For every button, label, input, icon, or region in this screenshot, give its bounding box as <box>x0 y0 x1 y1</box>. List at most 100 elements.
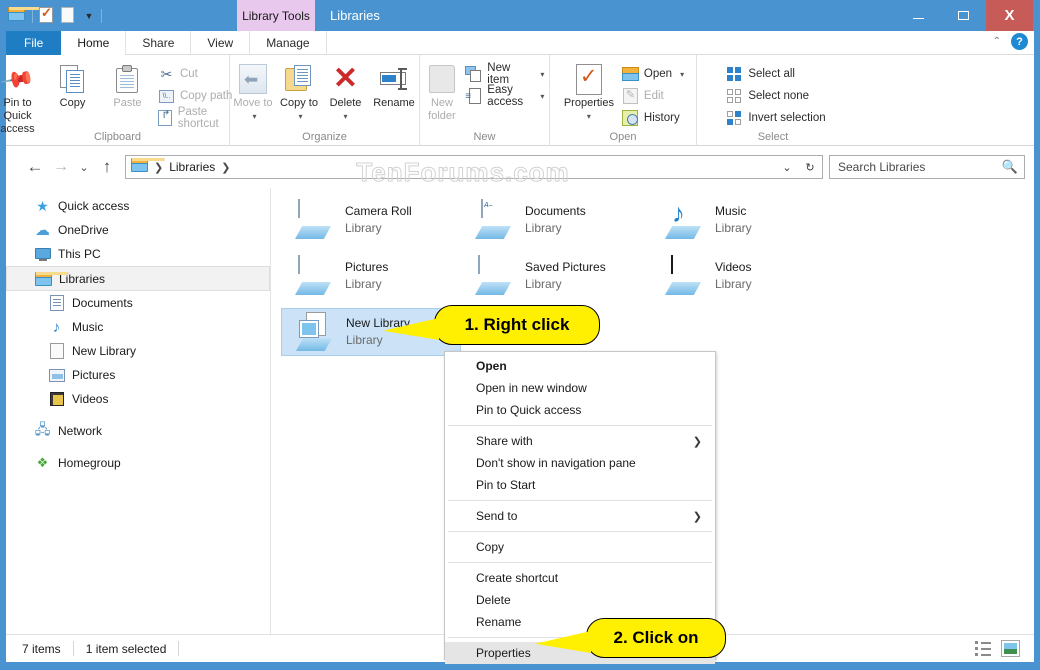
folder-icon[interactable] <box>8 7 26 25</box>
file-item-documents[interactable]: A– Documents Library <box>461 196 651 244</box>
breadcrumb[interactable]: ❯ Libraries ❯ ⌄ ↻ <box>125 155 823 179</box>
menu-item-delete[interactable]: Delete <box>445 589 715 611</box>
chevron-down-icon[interactable]: ▾ <box>680 70 684 79</box>
ribbon-tabstrip-right: ⌃ ? <box>993 33 1028 50</box>
file-item-videos[interactable]: Videos Library <box>651 252 831 300</box>
libraries-folder-icon <box>35 270 52 287</box>
copy-button[interactable]: Copy <box>45 58 100 110</box>
blank-library-icon <box>294 312 334 352</box>
properties-button[interactable]: Properties ▾ <box>559 58 619 123</box>
close-icon: X <box>1004 7 1014 24</box>
menu-item-create-shortcut[interactable]: Create shortcut <box>445 567 715 589</box>
easy-access-button[interactable]: ≡ Easy access ▾ <box>462 85 547 107</box>
close-button[interactable]: X <box>986 0 1033 31</box>
sidebar-item-documents[interactable]: Documents <box>6 291 270 315</box>
details-view-icon[interactable] <box>974 640 993 657</box>
chevron-down-icon[interactable]: ▾ <box>540 70 544 79</box>
chevron-right-icon: ❯ <box>693 510 702 523</box>
sidebar-item-onedrive[interactable]: ☁ OneDrive <box>6 218 270 242</box>
file-item-pictures[interactable]: Pictures Library <box>281 252 461 300</box>
chevron-down-icon[interactable]: ▾ <box>540 92 544 101</box>
large-icons-view-icon[interactable] <box>1001 640 1020 657</box>
chevron-down-icon[interactable]: ▼ <box>83 8 95 24</box>
select-none-button[interactable]: Select none <box>723 85 828 107</box>
tab-manage[interactable]: Manage <box>250 31 326 55</box>
pin-to-quick-access-button[interactable]: 📌 Pin to Quick access <box>0 58 45 136</box>
sidebar-item-homegroup[interactable]: ❖ Homegroup <box>6 451 270 475</box>
address-dropdown-chevron-down-icon[interactable]: ⌄ <box>777 161 797 174</box>
file-item-music[interactable]: ♪ Music Library <box>651 196 831 244</box>
maximize-button[interactable] <box>941 0 986 31</box>
recent-locations-chevron-down-icon[interactable]: ⌄ <box>74 154 94 180</box>
scissors-icon: ✂ <box>158 66 175 83</box>
onedrive-cloud-icon: ☁ <box>34 222 51 239</box>
forward-arrow-icon[interactable]: → <box>48 154 74 180</box>
paste-button[interactable]: Paste <box>100 58 155 110</box>
chevron-right-icon: ❯ <box>693 435 702 448</box>
minimize-button[interactable] <box>896 0 941 31</box>
chevron-down-icon[interactable]: ▾ <box>343 110 347 123</box>
menu-item-pin-to-start[interactable]: Pin to Start <box>445 474 715 496</box>
search-input[interactable]: Search Libraries 🔍 <box>829 155 1025 179</box>
window-controls: X <box>896 0 1033 31</box>
sidebar-item-pictures[interactable]: Pictures <box>6 363 270 387</box>
menu-item-open-in-new-window[interactable]: Open in new window <box>445 377 715 399</box>
ribbon-body: 📌 Pin to Quick access Copy Paste <box>6 55 1034 146</box>
contextual-tab-library-tools[interactable]: Library Tools <box>237 0 315 31</box>
title-bar: ▼ Library Tools Libraries X <box>0 0 1040 32</box>
sidebar-item-music[interactable]: ♪ Music <box>6 315 270 339</box>
new-folder-button[interactable]: New folder <box>422 58 463 123</box>
context-menu: Open Open in new window Pin to Quick acc… <box>444 351 716 660</box>
up-arrow-icon[interactable]: ↑ <box>94 154 120 180</box>
window-title: Libraries <box>330 0 380 31</box>
refresh-icon[interactable]: ↻ <box>800 161 820 174</box>
chevron-up-icon[interactable]: ⌃ <box>993 36 1001 47</box>
menu-item-open[interactable]: Open <box>445 355 715 377</box>
move-to-button[interactable]: ⬅ Move to▾ <box>230 58 276 123</box>
delete-button[interactable]: ✕ Delete ▾ <box>322 58 369 123</box>
file-item-saved-pictures[interactable]: Saved Pictures Library <box>461 252 651 300</box>
menu-item-pin-to-quick-access[interactable]: Pin to Quick access <box>445 399 715 421</box>
sidebar-item-new-library[interactable]: New Library <box>6 339 270 363</box>
file-type: Library <box>715 276 752 293</box>
sidebar-item-libraries[interactable]: Libraries <box>6 266 270 291</box>
open-button[interactable]: Open ▾ <box>619 63 687 85</box>
sidebar-item-videos[interactable]: Videos <box>6 387 270 411</box>
breadcrumb-separator-2[interactable]: ❯ <box>221 161 230 174</box>
properties-checkmark-icon[interactable] <box>39 7 57 25</box>
help-question-icon[interactable]: ? <box>1011 33 1028 50</box>
file-item-camera-roll[interactable]: Camera Roll Library <box>281 196 461 244</box>
ribbon-group-new: New folder New item ▾ ≡ Easy access ▾ Ne… <box>420 55 550 146</box>
chevron-down-icon[interactable]: ▾ <box>587 110 591 123</box>
new-item-button[interactable]: New item ▾ <box>462 63 547 85</box>
tab-home[interactable]: Home <box>61 31 126 55</box>
history-icon <box>622 110 639 127</box>
new-page-icon[interactable] <box>61 7 79 25</box>
menu-item-dont-show-in-navigation-pane[interactable]: Don't show in navigation pane <box>445 452 715 474</box>
tab-view[interactable]: View <box>191 31 250 55</box>
rename-button[interactable]: Rename <box>369 58 419 110</box>
history-button[interactable]: History <box>619 107 687 129</box>
magnifier-icon[interactable]: 🔍 <box>1002 159 1018 175</box>
documents-library-icon <box>48 295 65 312</box>
properties-icon <box>576 63 602 95</box>
back-arrow-icon[interactable]: ← <box>22 154 48 180</box>
edit-button[interactable]: Edit <box>619 85 687 107</box>
tab-share[interactable]: Share <box>126 31 191 55</box>
sidebar-item-network[interactable]: 🖧 Network <box>6 419 270 443</box>
menu-item-share-with[interactable]: Share with ❯ <box>445 430 715 452</box>
select-all-button[interactable]: Select all <box>723 63 828 85</box>
breadcrumb-item-libraries[interactable]: Libraries <box>169 160 215 174</box>
menu-item-send-to[interactable]: Send to ❯ <box>445 505 715 527</box>
chevron-down-icon[interactable]: ▾ <box>252 110 256 123</box>
menu-item-copy[interactable]: Copy <box>445 536 715 558</box>
invert-selection-button[interactable]: Invert selection <box>723 107 828 129</box>
copy-to-button[interactable]: Copy to▾ <box>276 58 322 123</box>
sidebar-item-quick-access[interactable]: ★ Quick access <box>6 194 270 218</box>
sidebar-item-this-pc[interactable]: This PC <box>6 242 270 266</box>
this-pc-monitor-icon <box>34 246 51 263</box>
tab-file[interactable]: File <box>6 31 61 55</box>
chevron-down-icon[interactable]: ▾ <box>298 110 302 123</box>
group-label-organize: Organize <box>230 131 419 143</box>
callout-click-on: 2. Click on <box>586 618 726 658</box>
